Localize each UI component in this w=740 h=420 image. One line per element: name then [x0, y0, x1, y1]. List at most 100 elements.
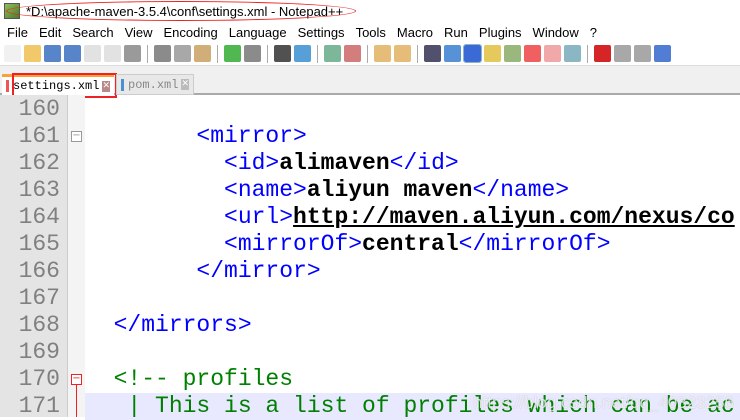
menu-file[interactable]: File	[2, 25, 34, 40]
line-number: 169	[18, 339, 60, 365]
tab-pom-xml[interactable]: pom.xml ✕	[116, 74, 194, 95]
code-text: <mirrorOf>central</mirrorOf>	[86, 231, 611, 258]
menu-language[interactable]: Language	[224, 25, 293, 40]
menu-plugins[interactable]: Plugins	[474, 25, 528, 40]
line-number: 171	[18, 393, 60, 419]
toolbar-separator	[367, 44, 368, 63]
menu-help[interactable]: ?	[585, 25, 603, 40]
code-line: 168 </mirrors>	[0, 312, 740, 339]
play-macro-icon[interactable]	[634, 45, 651, 62]
tab-bar: settings.xml ✕ pom.xml ✕	[0, 66, 740, 98]
token-tag: </id>	[389, 150, 459, 176]
word-wrap-icon[interactable]	[424, 45, 441, 62]
code-line: 166 </mirror>	[0, 258, 740, 285]
print-icon[interactable]	[124, 45, 141, 62]
undo-icon[interactable]	[224, 45, 241, 62]
monitoring-icon[interactable]	[564, 45, 581, 62]
code-text: <mirror>	[86, 123, 307, 150]
replace-icon[interactable]	[294, 45, 311, 62]
code-line: 164 <url>http://maven.aliyun.com/nexus/c…	[0, 204, 740, 231]
code-line: 167	[0, 285, 740, 312]
toolbar-separator	[417, 44, 418, 63]
code-text: <id>alimaven</id>	[86, 150, 459, 177]
close-icon[interactable]: ✕	[181, 79, 189, 90]
open-file-icon[interactable]	[24, 45, 41, 62]
token-tag: <url>	[86, 204, 294, 230]
show-all-chars-icon[interactable]	[444, 45, 461, 62]
zoom-out-icon[interactable]	[344, 45, 361, 62]
menu-macro[interactable]: Macro	[392, 25, 439, 40]
toolbar-separator	[147, 44, 148, 63]
stop-record-icon[interactable]	[614, 45, 631, 62]
record-macro-icon[interactable]	[594, 45, 611, 62]
sync-horizontal-icon[interactable]	[394, 45, 411, 62]
toolbar-separator	[587, 44, 588, 63]
line-number: 161	[18, 123, 60, 149]
line-number: 165	[18, 231, 60, 257]
udl-icon[interactable]	[484, 45, 501, 62]
save-icon[interactable]	[44, 45, 61, 62]
code-line: 165 <mirrorOf>central</mirrorOf>	[0, 231, 740, 258]
close-all-icon[interactable]	[104, 45, 121, 62]
watermark: https://blog.csdn.net/qq_40323256	[473, 393, 734, 412]
token-tag: <mirrorOf>	[86, 231, 363, 257]
token-tag: <id>	[86, 150, 280, 176]
menu-window[interactable]: Window	[528, 25, 585, 40]
new-file-icon[interactable]	[4, 45, 21, 62]
token-tag: <mirror>	[86, 123, 307, 149]
unsaved-file-icon	[6, 80, 10, 92]
token-txt: alimaven	[279, 150, 390, 176]
sync-vertical-icon[interactable]	[374, 45, 391, 62]
token-tag: </mirrors>	[86, 312, 252, 338]
token-tag: </name>	[472, 177, 570, 203]
indent-guide-icon[interactable]	[463, 44, 482, 63]
window-title: *D:\apache-maven-3.5.4\conf\settings.xml…	[26, 3, 344, 19]
menu-settings[interactable]: Settings	[293, 25, 351, 40]
menu-tools[interactable]: Tools	[351, 25, 392, 40]
code-text: </mirror>	[86, 258, 321, 285]
menu-search[interactable]: Search	[67, 25, 119, 40]
paste-icon[interactable]	[194, 45, 211, 62]
line-number: 164	[18, 204, 60, 230]
code-editor[interactable]: − − 160 161 <mirror> 162 <id>alimaven</id>…	[0, 95, 740, 420]
folder-workspace-icon[interactable]	[544, 45, 561, 62]
save-all-icon[interactable]	[64, 45, 81, 62]
code-text: </mirrors>	[86, 312, 252, 339]
menu-run[interactable]: Run	[439, 25, 474, 40]
line-number: 168	[18, 312, 60, 338]
code-line: 162 <id>alimaven</id>	[0, 150, 740, 177]
line-number: 163	[18, 177, 60, 203]
token-url: http://maven.aliyun.com/nexus/co	[293, 204, 735, 230]
toolbar-separator	[267, 44, 268, 63]
title-bar: *D:\apache-maven-3.5.4\conf\settings.xml…	[0, 0, 740, 22]
function-list-icon[interactable]	[524, 45, 541, 62]
token-tag: <name>	[86, 177, 307, 203]
line-number: 167	[18, 285, 60, 311]
line-number: 170	[18, 366, 60, 392]
zoom-in-icon[interactable]	[324, 45, 341, 62]
tab-settings-xml[interactable]: settings.xml ✕	[2, 73, 117, 98]
menu-edit[interactable]: Edit	[34, 25, 67, 40]
code-text: <name>aliyun maven</name>	[86, 177, 569, 204]
code-line: 170 <!-- profiles	[0, 366, 740, 393]
redo-icon[interactable]	[244, 45, 261, 62]
token-tag: </mirrorOf>	[458, 231, 611, 257]
token-txt: aliyun maven	[306, 177, 473, 203]
copy-icon[interactable]	[174, 45, 191, 62]
run-macro-multiple-icon[interactable]	[654, 45, 671, 62]
doc-map-icon[interactable]	[504, 45, 521, 62]
token-txt: central	[362, 231, 459, 257]
code-line: 163 <name>aliyun maven</name>	[0, 177, 740, 204]
menu-encoding[interactable]: Encoding	[159, 25, 224, 40]
cut-icon[interactable]	[154, 45, 171, 62]
notepad-plus-plus-icon	[4, 3, 20, 19]
toolbar-separator	[217, 44, 218, 63]
find-icon[interactable]	[274, 45, 291, 62]
code-line: 161 <mirror>	[0, 123, 740, 150]
code-text: <!-- profiles	[86, 366, 293, 393]
close-icon[interactable]	[84, 45, 101, 62]
line-number: 162	[18, 150, 60, 176]
token-tag: </mirror>	[86, 258, 321, 284]
tab-label: pom.xml	[128, 77, 179, 92]
menu-view[interactable]: View	[120, 25, 159, 40]
